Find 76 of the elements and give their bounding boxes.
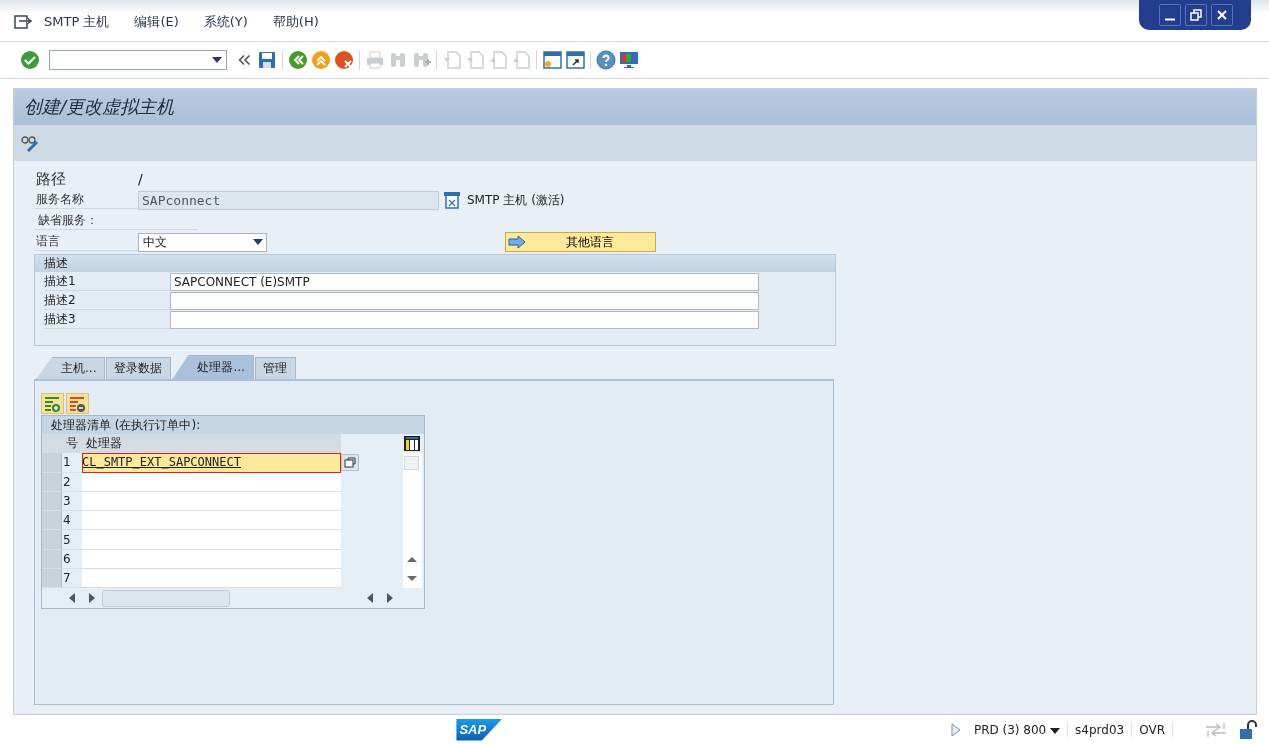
restore-icon — [1190, 9, 1202, 21]
row-selector[interactable] — [42, 549, 62, 570]
arrow-icon — [508, 235, 526, 249]
enter-icon[interactable] — [20, 50, 40, 70]
handler-cell[interactable] — [82, 569, 341, 589]
column-header[interactable]: 号 — [62, 434, 82, 454]
glasses-pencil-icon[interactable] — [20, 133, 40, 153]
menu-item[interactable]: 系统(Y) — [203, 13, 248, 31]
connection-icon — [1205, 721, 1227, 738]
new-window-icon[interactable] — [542, 50, 562, 70]
service-name-field[interactable]: SAPconnect — [138, 190, 439, 210]
input-mode: OVR — [1132, 722, 1173, 737]
menu-item[interactable]: 帮助(H) — [272, 13, 319, 31]
row-selector[interactable] — [42, 472, 62, 492]
horizontal-scroll-thumb[interactable] — [102, 589, 230, 607]
server-name: s4prd03 — [1068, 722, 1133, 737]
field-label: 路径 — [35, 169, 67, 189]
monitor-icon[interactable] — [619, 50, 639, 70]
row-selector[interactable] — [42, 453, 62, 473]
field-value: / — [138, 171, 143, 187]
scroll-up-icon[interactable] — [407, 556, 417, 562]
column-header[interactable]: 处理器 — [82, 434, 341, 454]
minimize-button[interactable] — [1159, 4, 1181, 26]
help-icon[interactable] — [596, 50, 616, 70]
handler-cell[interactable] — [82, 511, 341, 531]
row-selector[interactable] — [42, 530, 62, 550]
system-info[interactable]: PRD (3) 800 — [966, 722, 1069, 737]
menu-item[interactable]: SMTP 主机 — [44, 13, 110, 31]
dropdown-arrow-icon — [1050, 727, 1061, 734]
exit-icon[interactable] — [311, 50, 331, 70]
description-input[interactable] — [170, 291, 759, 310]
group-title: 描述 — [35, 255, 835, 272]
command-field[interactable] — [49, 50, 227, 70]
handler-cell[interactable] — [82, 549, 341, 570]
delete-row-button[interactable] — [66, 393, 89, 414]
tab[interactable]: 管理 — [254, 357, 296, 379]
save-icon[interactable] — [257, 50, 277, 70]
description-input[interactable] — [170, 310, 759, 329]
close-icon — [1216, 9, 1228, 21]
dropdown-arrow-icon — [212, 57, 222, 63]
value-help-icon[interactable] — [341, 454, 359, 472]
scroll-down-icon[interactable] — [407, 576, 417, 582]
row-selector[interactable] — [42, 511, 62, 531]
language-dropdown[interactable]: 中文 — [138, 232, 267, 252]
sap-logo: SAP — [456, 718, 503, 741]
restore-button[interactable] — [1185, 4, 1207, 26]
tab[interactable]: 主机... — [36, 357, 106, 379]
add-row-icon — [44, 395, 61, 412]
screen-title: 创建/更改虚拟主机 — [24, 95, 175, 119]
handler-cell[interactable]: CL_SMTP_EXT_SAPCONNECT — [82, 453, 341, 473]
remove-row-icon — [69, 395, 86, 412]
document-status-icon — [443, 191, 461, 209]
column-layout-icon[interactable] — [403, 435, 421, 453]
handler-cell[interactable] — [82, 491, 341, 512]
dropdown-arrow-icon — [253, 239, 263, 245]
tab[interactable]: 处理器... — [172, 355, 254, 379]
field-label: 缺省服务： — [34, 212, 198, 230]
tab[interactable]: 登录数据 — [106, 357, 172, 379]
minimize-icon — [1164, 17, 1176, 21]
cancel-icon[interactable] — [334, 50, 354, 70]
padlock-icon — [1239, 719, 1259, 740]
status-text: SMTP 主机 (激活) — [467, 191, 565, 209]
expand-triangle-icon[interactable] — [948, 722, 963, 737]
handler-cell[interactable] — [82, 472, 341, 492]
table-title: 处理器清单 (在执行订单中): — [42, 416, 424, 434]
back-icon[interactable] — [288, 50, 308, 70]
shortcut-window-icon[interactable] — [565, 50, 585, 70]
corner-cell — [42, 434, 62, 454]
handler-cell[interactable] — [82, 530, 341, 550]
close-button[interactable] — [1211, 4, 1233, 26]
row-selector[interactable] — [42, 491, 62, 512]
menu-item[interactable]: 编辑(E) — [134, 13, 179, 31]
insert-row-button[interactable] — [41, 393, 64, 414]
other-languages-button[interactable]: 其他语言 — [505, 232, 656, 252]
description-input[interactable]: SAPCONNECT (E)SMTP — [170, 272, 759, 291]
menu-icon[interactable] — [14, 15, 32, 31]
